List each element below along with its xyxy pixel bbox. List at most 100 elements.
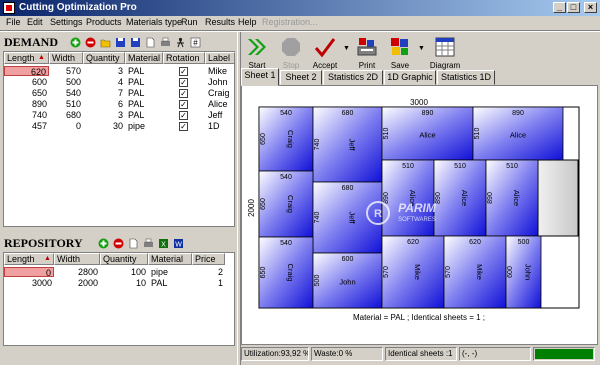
repo-column-header-width[interactable]: Width [54, 253, 100, 265]
piece-alice[interactable]: 890 510 Alice [381, 106, 474, 161]
demand-cell-width[interactable]: 500 [49, 77, 83, 87]
open-folder-icon[interactable] [100, 37, 111, 48]
demand-row[interactable]: 650 540 7 PAL ✓ Craig [4, 88, 234, 99]
rotation-checkbox[interactable]: ✓ [179, 100, 188, 109]
demand-cell-length[interactable]: 740 [4, 110, 49, 120]
demand-cell-width[interactable]: 680 [49, 110, 83, 120]
menu-run[interactable]: Run [181, 17, 198, 27]
demand-row[interactable]: 620 570 3 PAL ✓ Mike [4, 66, 234, 77]
save-disk-icon[interactable] [130, 37, 141, 48]
tab-1d-graphic[interactable]: 1D Graphic [384, 70, 436, 85]
rotation-checkbox[interactable]: ✓ [179, 122, 188, 131]
demand-row[interactable]: 457 0 30 pipe ✓ 1D [4, 121, 234, 132]
print-small-icon[interactable] [143, 238, 154, 249]
rotation-checkbox[interactable]: ✓ [179, 111, 188, 120]
remove-icon[interactable] [85, 37, 96, 48]
save-dropdown-arrow[interactable]: ▼ [418, 45, 425, 52]
menu-help[interactable]: Help [238, 17, 257, 27]
demand-row[interactable]: 890 510 6 PAL ✓ Alice [4, 99, 234, 110]
piece-craig[interactable]: 540 650 Craig [258, 170, 314, 238]
tab-statistics-1d[interactable]: Statistics 1D [437, 70, 495, 85]
add-icon[interactable] [70, 37, 81, 48]
word-icon[interactable]: W [173, 238, 184, 249]
new-doc-icon[interactable] [145, 37, 156, 48]
demand-cell-material[interactable]: PAL [125, 77, 163, 87]
demand-cell-width[interactable]: 0 [49, 121, 83, 131]
menu-results[interactable]: Results [205, 17, 235, 27]
demand-cell-quantity[interactable]: 3 [83, 66, 125, 76]
menu-file[interactable]: File [6, 17, 21, 27]
tab-sheet-2[interactable]: Sheet 2 [280, 70, 322, 85]
print-small-icon[interactable] [160, 37, 171, 48]
repo-cell-width[interactable]: 2000 [54, 278, 100, 288]
add-icon[interactable] [98, 238, 109, 249]
tab-statistics-2d[interactable]: Statistics 2D [323, 70, 383, 85]
piece-jeff[interactable]: 680 740 Jeff [312, 106, 383, 183]
rotation-checkbox[interactable]: ✓ [179, 67, 188, 76]
piece-alice[interactable]: 510890 Alice [433, 159, 487, 237]
piece-craig[interactable]: 540 650 Craig [258, 236, 314, 309]
demand-cell-length[interactable]: 457 [4, 121, 49, 131]
demand-cell-width[interactable]: 570 [49, 66, 83, 76]
help-icon[interactable]: # [190, 37, 201, 48]
demand-cell-width[interactable]: 540 [49, 88, 83, 98]
piece-john[interactable]: 600 500 John [312, 252, 383, 309]
start-button[interactable]: Start [244, 36, 270, 70]
column-header-label[interactable]: Label [205, 52, 235, 64]
excel-icon[interactable]: X [158, 238, 169, 249]
piece-john[interactable]: 500 600 John [505, 235, 542, 309]
repo-cell-price[interactable]: 1 [192, 278, 225, 288]
piece-jeff[interactable]: 680 740 Jeff [312, 181, 383, 254]
repo-column-header-price[interactable]: Price [192, 253, 225, 265]
repo-cell-width[interactable]: 2800 [54, 267, 100, 277]
demand-cell-label[interactable]: Alice [205, 99, 235, 109]
demand-cell-quantity[interactable]: 30 [83, 121, 125, 131]
repo-column-header-quantity[interactable]: Quantity [100, 253, 148, 265]
rotation-checkbox[interactable]: ✓ [179, 78, 188, 87]
piece-mike[interactable]: 620 570 Mike [381, 235, 445, 309]
piece-alice[interactable]: 890 510 Alice [472, 106, 564, 161]
wizard-icon[interactable] [175, 37, 186, 48]
tab-sheet-1[interactable]: Sheet 1 [241, 68, 279, 86]
demand-cell-quantity[interactable]: 7 [83, 88, 125, 98]
new-doc-icon[interactable] [128, 238, 139, 249]
demand-cell-material[interactable]: PAL [125, 99, 163, 109]
demand-row[interactable]: 740 680 3 PAL ✓ Jeff [4, 110, 234, 121]
demand-cell-label[interactable]: Jeff [205, 110, 235, 120]
demand-cell-material[interactable]: pipe [125, 121, 163, 131]
repo-cell-length[interactable]: 3000 [4, 278, 54, 288]
rotation-checkbox[interactable]: ✓ [179, 89, 188, 98]
repo-cell-quantity[interactable]: 10 [100, 278, 148, 288]
demand-cell-material[interactable]: PAL [125, 88, 163, 98]
column-header-width[interactable]: Width [49, 52, 83, 64]
save-button[interactable]: Save [387, 36, 413, 70]
menu-products[interactable]: Products [86, 17, 122, 27]
demand-row[interactable]: 600 500 4 PAL ✓ John [4, 77, 234, 88]
accept-dropdown-arrow[interactable]: ▼ [343, 45, 350, 52]
demand-cell-length[interactable]: 620 [4, 66, 49, 77]
repo-cell-material[interactable]: PAL [148, 278, 192, 288]
repo-column-header-material[interactable]: Material [148, 253, 192, 265]
demand-cell-length[interactable]: 600 [4, 77, 49, 87]
save-disk-icon[interactable] [115, 37, 126, 48]
demand-grid[interactable]: Length Width Quantity Material Rotation Label… [3, 51, 235, 227]
menu-edit[interactable]: Edit [27, 17, 43, 27]
piece-mike[interactable]: 620 570 Mike [443, 235, 507, 309]
repo-cell-quantity[interactable]: 100 [100, 267, 148, 277]
minimize-button[interactable]: _ [553, 2, 566, 13]
column-header-material[interactable]: Material [125, 52, 163, 64]
demand-cell-length[interactable]: 650 [4, 88, 49, 98]
demand-cell-length[interactable]: 890 [4, 99, 49, 109]
column-header-rotation[interactable]: Rotation [163, 52, 205, 64]
piece-craig[interactable]: 540 650 Craig [258, 106, 314, 172]
piece-alice[interactable]: 510890 Alice [381, 159, 435, 237]
demand-cell-label[interactable]: John [205, 77, 235, 87]
demand-cell-label[interactable]: Craig [205, 88, 235, 98]
demand-cell-label[interactable]: 1D [205, 121, 235, 131]
repository-row[interactable]: 0 2800 100 pipe 2 [4, 267, 234, 278]
repo-cell-price[interactable]: 2 [192, 267, 225, 277]
menu-materials-type[interactable]: Materials type [126, 17, 182, 27]
repository-grid[interactable]: Length Width Quantity Material Price ▲ 0 2800 1… [3, 252, 235, 346]
demand-cell-width[interactable]: 510 [49, 99, 83, 109]
demand-cell-quantity[interactable]: 6 [83, 99, 125, 109]
